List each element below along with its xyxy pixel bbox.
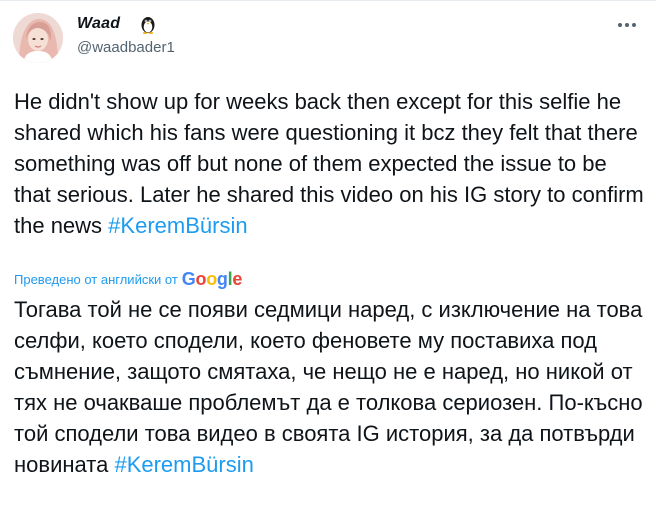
avatar-image [13, 13, 63, 63]
penguin-icon [141, 17, 155, 34]
translated-text: Тогава той не се появи седмици наред, с … [14, 294, 644, 480]
avatar[interactable] [13, 13, 63, 63]
tweet-text: He didn't show up for weeks back then ex… [14, 86, 644, 241]
google-logo: Google [181, 269, 243, 289]
tweet-card: Waad @waadbader1 He didn't show up for w… [0, 0, 656, 521]
author-handle[interactable]: @waadbader1 [77, 39, 175, 56]
translated-body: Тогава той не се появи седмици наред, с … [14, 297, 643, 477]
more-horizontal-icon [632, 23, 636, 27]
translation-label: Преведено от английски от [14, 272, 178, 287]
author-display-name[interactable]: Waad [77, 15, 120, 33]
more-horizontal-icon [618, 23, 622, 27]
translation-attribution[interactable]: Преведено от английски от Google [14, 269, 242, 290]
translated-hashtag-link[interactable]: #KeremBürsin [114, 452, 253, 477]
more-options-button[interactable] [614, 15, 640, 35]
more-horizontal-icon [625, 23, 629, 27]
hashtag-link[interactable]: #KeremBürsin [108, 213, 247, 238]
